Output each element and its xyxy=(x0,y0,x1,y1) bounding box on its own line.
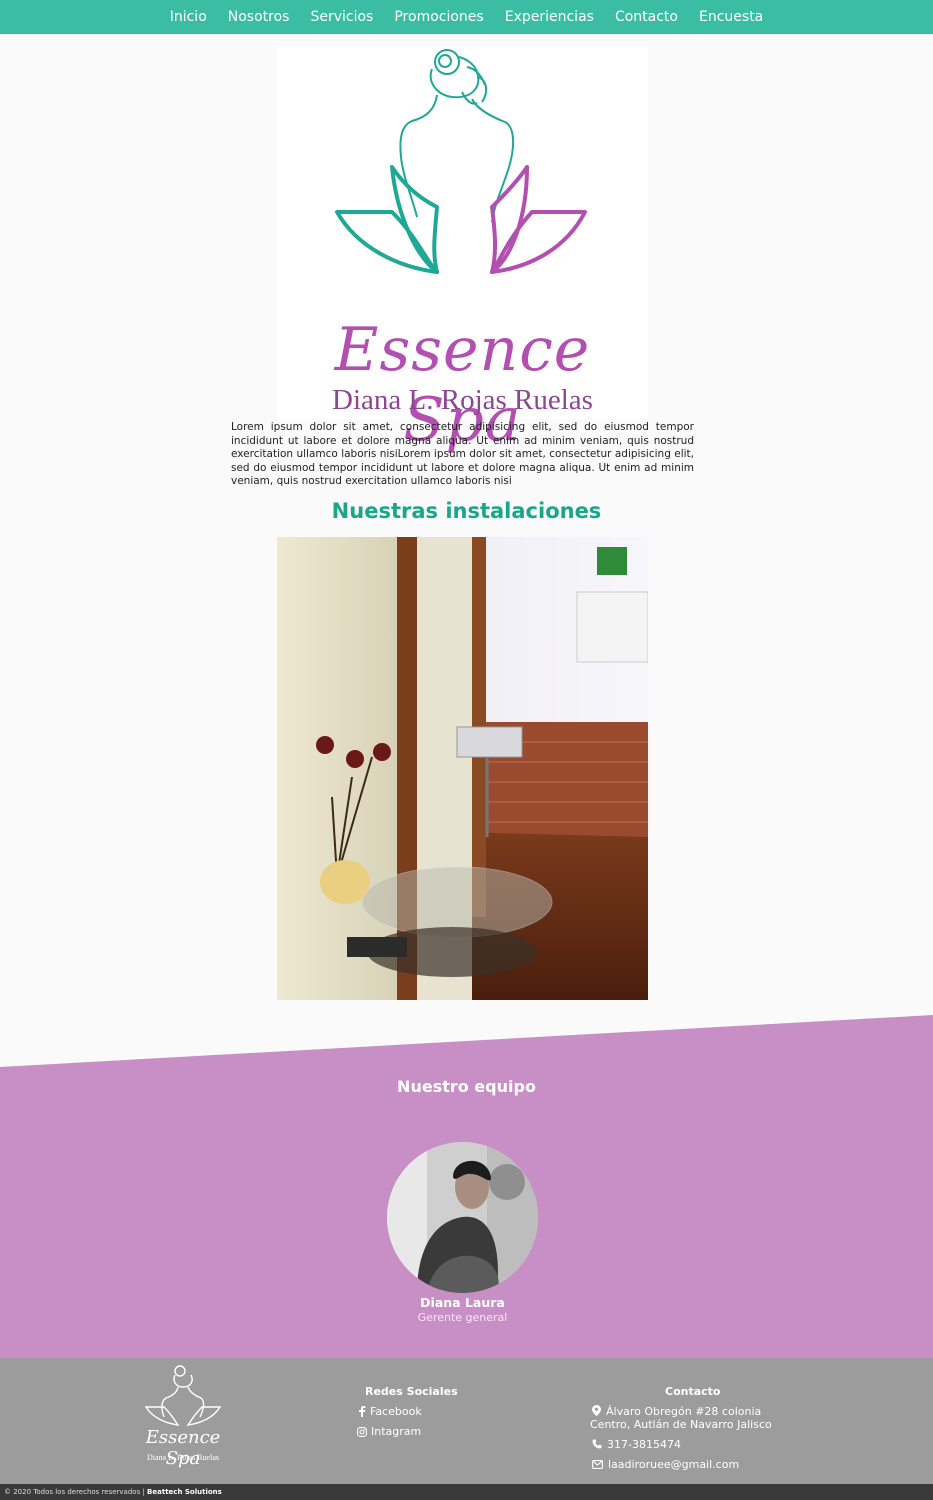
envelope-icon xyxy=(592,1460,603,1469)
top-nav: Inicio Nosotros Servicios Promociones Ex… xyxy=(0,0,933,34)
phone-number: 317-3815474 xyxy=(607,1438,681,1451)
facebook-icon xyxy=(359,1406,366,1417)
logo-owner-text: Diana L. Rojas Ruelas xyxy=(332,384,593,416)
footer-logo-brand: Essence Spa xyxy=(145,1427,221,1469)
nav-link-servicios[interactable]: Servicios xyxy=(300,0,384,34)
contact-address: Álvaro Obregón #28 colonia xyxy=(592,1405,761,1418)
contact-heading: Contacto xyxy=(665,1385,721,1398)
team-member-photo xyxy=(387,1142,538,1293)
copyright-bar: © 2020 Todos los derechos reservados | B… xyxy=(0,1484,933,1500)
instagram-label: Intagram xyxy=(371,1425,422,1438)
copyright-company-link[interactable]: Beattech Solutions xyxy=(147,1488,222,1496)
team-heading: Nuestro equipo xyxy=(397,1077,536,1096)
instagram-link[interactable]: Intagram xyxy=(357,1425,421,1438)
facebook-link[interactable]: Facebook xyxy=(358,1405,422,1418)
team-member-name: Diana Laura xyxy=(420,1295,505,1310)
instagram-icon xyxy=(357,1426,367,1437)
intro-paragraph: Lorem ipsum dolor sit amet, consectetur … xyxy=(231,421,694,488)
facebook-label: Facebook xyxy=(370,1405,422,1418)
footer-woman-silhouette-icon xyxy=(144,1365,222,1426)
nav-link-contacto[interactable]: Contacto xyxy=(604,0,688,34)
nav-link-encuesta[interactable]: Encuesta xyxy=(689,0,774,34)
phone-icon xyxy=(592,1439,602,1449)
address-line-2: Centro, Autlán de Navarro Jalisco xyxy=(590,1418,772,1431)
nav-link-inicio[interactable]: Inicio xyxy=(159,0,217,34)
footer-logo: Essence Spa Diana L. Rojas Ruelas xyxy=(128,1365,238,1469)
woman-silhouette-icon xyxy=(335,49,587,274)
footer-logo-owner: Diana L. Rojas Ruelas xyxy=(147,1453,219,1462)
email-address: laadiroruee@gmail.com xyxy=(608,1458,740,1471)
nav-link-experiencias[interactable]: Experiencias xyxy=(494,0,604,34)
social-heading: Redes Sociales xyxy=(365,1385,458,1398)
installations-heading: Nuestras instalaciones xyxy=(331,499,602,523)
page: Inicio Nosotros Servicios Promociones Ex… xyxy=(0,0,933,1500)
nav-link-nosotros[interactable]: Nosotros xyxy=(217,0,300,34)
installations-photo xyxy=(277,537,648,1000)
contact-email[interactable]: laadiroruee@gmail.com xyxy=(592,1458,739,1471)
contact-phone[interactable]: 317-3815474 xyxy=(592,1438,681,1451)
spa-logo: Essence Spa Diana L. Rojas Ruelas xyxy=(277,47,648,455)
avatar xyxy=(387,1142,538,1293)
map-marker-icon xyxy=(592,1405,601,1416)
copyright-text: © 2020 Todos los derechos reservados | xyxy=(4,1488,145,1496)
nav-link-promociones[interactable]: Promociones xyxy=(384,0,494,34)
address-line-1: Álvaro Obregón #28 colonia xyxy=(606,1405,762,1418)
team-member-role: Gerente general xyxy=(417,1311,508,1324)
